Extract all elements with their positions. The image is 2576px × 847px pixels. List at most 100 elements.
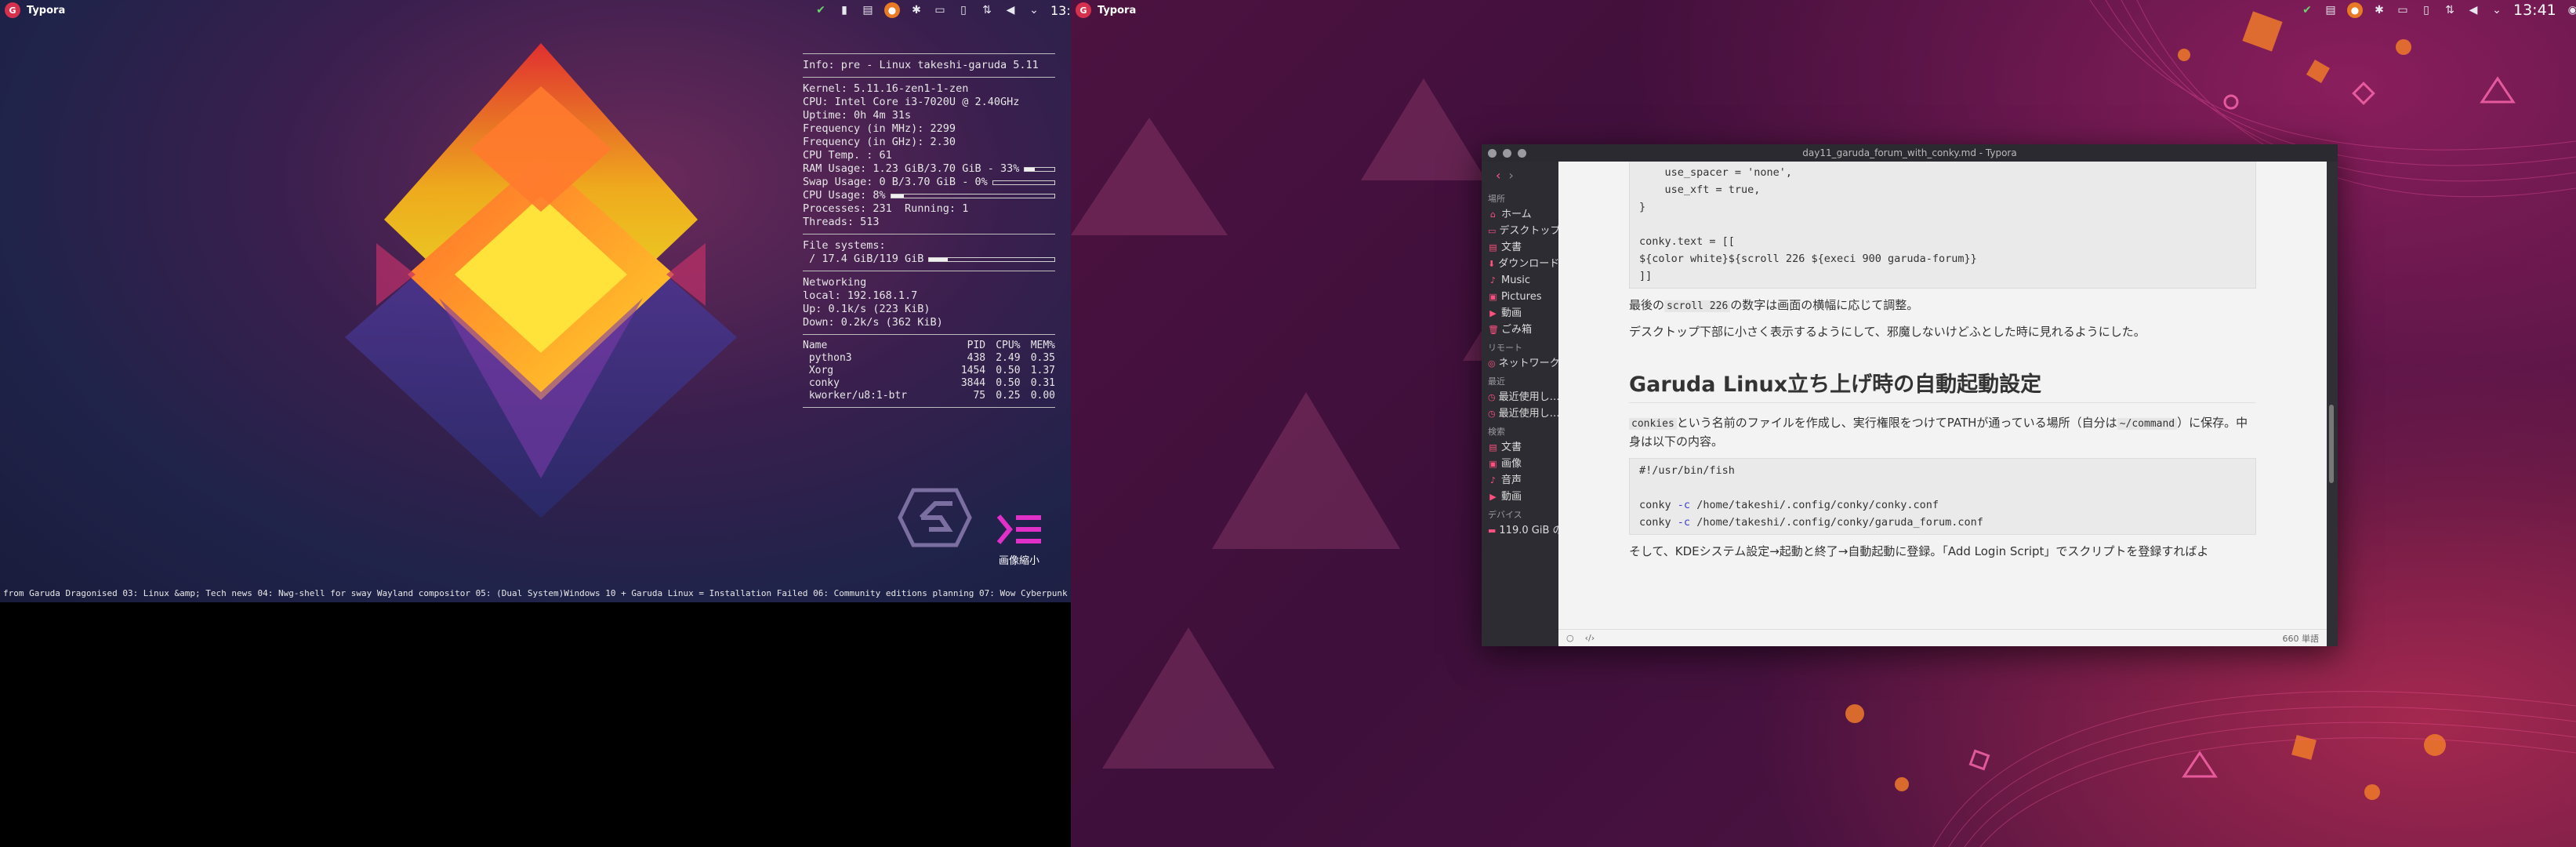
conky-swap: Swap Usage: 0 B/3.70 GiB - 0% [803,176,1055,189]
conky-cpu-temp: CPU Temp. : 61 [803,149,892,162]
sidebar-item-videos[interactable]: ▶ 動画 [1482,305,1558,322]
bluetooth-icon[interactable]: ✱ [2372,3,2386,17]
network-folder-icon: ◎ [1488,358,1496,369]
back-icon[interactable]: ‹ [1496,168,1500,183]
file-dialog-sidebar: ‹ › 場所 ⌂ ホーム ▭ デスクトップ ▤ 文書 ⬇ ダウンロード ♪ Music ▣… [1482,162,1558,646]
drive-icon: ▬ [1488,525,1497,536]
typora-titlebar[interactable]: day11_garuda_forum_with_conky.md - Typor… [1482,144,2338,162]
process-row: kworker/u8:1-btr 75 0.25 0.00 [808,390,1055,402]
editor-content: use_spacer = 'none', use_xft = true, } c… [1629,162,2256,568]
mic-icon[interactable]: ▮ [837,3,851,17]
clipboard-icon[interactable]: ▤ [861,3,875,17]
music-icon: ♪ [1489,475,1497,485]
left-system-tray: ✔ ▮ ▤ ● ✱ ▭ ▯ ⇅ ◀ ⌄ 13:41 ◉ [814,0,1071,20]
typora-window: day11_garuda_forum_with_conky.md - Typor… [1482,144,2338,646]
scrollbar-thumb[interactable] [2329,405,2334,483]
sidebar-item-search-audio[interactable]: ♪ 音声 [1482,472,1558,489]
conky-kernel: Kernel: 5.11.16-zen1-1-zen [803,82,969,95]
user-icon[interactable]: ◉ [2566,3,2576,17]
swap-bar [992,180,1055,185]
display-icon[interactable]: ▭ [2396,3,2410,17]
fs-bar [928,256,1055,262]
sidebar-item-documents[interactable]: ▤ 文書 [1482,239,1558,256]
recent-icon: ◷ [1488,409,1496,419]
network-icon[interactable]: ⇅ [2443,3,2457,17]
conky-up: Up: 0.1k/s (223 KiB) [803,303,931,315]
battery-icon[interactable]: ▯ [2419,3,2433,17]
volume-icon[interactable]: ◀ [1003,3,1018,17]
conky-local: local: 192.168.1.7 [803,289,918,302]
conky-ram: RAM Usage: 1.23 GiB/3.70 GiB - 33% [803,162,1055,176]
paragraph: conkies という名前のファイルを作成し、実行権限をつけてPATHが通っている… [1629,416,2248,449]
trash-icon: 🗑 [1488,325,1499,335]
battery-icon[interactable]: ▯ [956,3,971,17]
clipboard-icon[interactable]: ▤ [2324,3,2338,17]
bluetooth-icon[interactable]: ✱ [909,3,923,17]
conky-down: Down: 0.2k/s (362 KiB) [803,316,943,329]
sidebar-item-search-documents[interactable]: ▤ 文書 [1482,439,1558,456]
update-notifier-icon[interactable]: ✔ [814,3,828,17]
garuda-menu-icon[interactable]: G [5,2,20,18]
code-block-fish-script[interactable]: #!/usr/bin/fish conky -c /home/takeshi/.… [1629,458,2256,535]
clock[interactable]: 13:41 [2513,2,2556,19]
source-mode-icon[interactable]: ‹/› [1585,633,1595,643]
process-row: Xorg 1454 0.50 1.37 [808,365,1055,376]
image-resize-launcher[interactable]: 画像縮小 [989,513,1049,567]
sidebar-item-device[interactable]: ▬ 119.0 GiB の [1482,522,1558,539]
conky-fs-title: File systems: [803,239,886,252]
forum-news-ticker: from Garuda Dragonised 03: Linux &amp; T… [3,588,1071,598]
clock[interactable]: 13:41 [1050,3,1071,18]
network-icon[interactable]: ⇅ [980,3,994,17]
sidebar-item-search-images[interactable]: ▣ 画像 [1482,456,1558,472]
recent-label: 最近 [1488,376,1505,387]
launcher-icon [996,514,1041,544]
sidebar-item-search-videos[interactable]: ▶ 動画 [1482,489,1558,505]
sidebar-item-recent-locations[interactable]: ◷ 最近使用し… [1482,405,1558,422]
conky-net-title: Networking [803,276,867,289]
display-icon[interactable]: ▭ [933,3,947,17]
search-label: 検索 [1488,427,1505,437]
launcher-label: 画像縮小 [998,555,1039,567]
paragraph: デスクトップ下部に小さく表示するようにして、邪魔しないけどふとした時に見れるよう… [1629,325,2146,339]
process-row: conky 3844 0.50 0.31 [808,377,1055,389]
editor-scrollbar[interactable] [2327,162,2338,629]
document-icon: ▤ [1489,242,1497,253]
left-top-panel: G Typora [0,0,65,20]
garuda-menu-icon[interactable]: G [1076,2,1091,18]
forward-icon[interactable]: › [1508,168,1513,183]
code-block-conky-config[interactable]: use_spacer = 'none', use_xft = true, } c… [1629,162,2256,289]
video-icon: ▶ [1489,308,1497,318]
conky-uptime: Uptime: 0h 4m 31s [803,109,912,122]
volume-icon[interactable]: ◀ [2466,3,2480,17]
markdown-editor[interactable]: use_spacer = 'none', use_xft = true, } c… [1558,162,2327,629]
sidebar-toggle-icon[interactable]: ○ [1566,633,1574,643]
sidebar-item-pictures[interactable]: ▣ Pictures [1482,289,1558,305]
word-count[interactable]: 660 単語 [2283,632,2320,645]
sidebar-item-desktop[interactable]: ▭ デスクトップ [1482,223,1558,239]
left-desktop: G Typora ✔ ▮ ▤ ● ✱ ▭ ▯ ⇅ ◀ ⌄ 13:41 ◉ Inf… [0,0,1071,602]
octopi-icon[interactable]: ● [2347,2,2363,18]
recent-icon: ◷ [1488,392,1496,402]
conky-cpu-usage: CPU Usage: 8% [803,189,1055,202]
expand-tray-icon[interactable]: ⌄ [1027,3,1041,17]
expand-tray-icon[interactable]: ⌄ [2490,3,2504,17]
sidebar-item-network[interactable]: ◎ ネットワーク [1482,355,1558,372]
sidebar-item-downloads[interactable]: ⬇ ダウンロード [1482,256,1558,272]
paragraph: そして、KDEシステム設定→起動と終了→自動起動に登録。「Add Login S… [1629,544,2209,558]
status-bar: ○ ‹/› 660 単語 [1558,629,2327,646]
conky-freq-ghz: Frequency (in GHz): 2.30 [803,136,956,148]
sidebar-item-music[interactable]: ♪ Music [1482,272,1558,289]
download-icon: ⬇ [1488,259,1496,269]
cpu-bar [890,193,1055,198]
sidebar-nav: ‹ › [1482,162,1558,189]
right-top-panel: G Typora [1071,0,1136,20]
sidebar-item-trash[interactable]: 🗑 ごみ箱 [1482,322,1558,338]
right-system-tray: ✔ ▤ ● ✱ ▭ ▯ ⇅ ◀ ⌄ 13:41 ◉ [2300,0,2576,20]
octopi-icon[interactable]: ● [884,2,900,18]
update-notifier-icon[interactable]: ✔ [2300,3,2314,17]
remote-label: リモート [1488,343,1522,353]
places-label: 場所 [1488,194,1505,204]
sidebar-item-home[interactable]: ⌂ ホーム [1482,206,1558,223]
sidebar-item-recent-files[interactable]: ◷ 最近使用し… [1482,389,1558,405]
conky-cpu: CPU: Intel Core i3-7020U @ 2.40GHz [803,96,1020,108]
